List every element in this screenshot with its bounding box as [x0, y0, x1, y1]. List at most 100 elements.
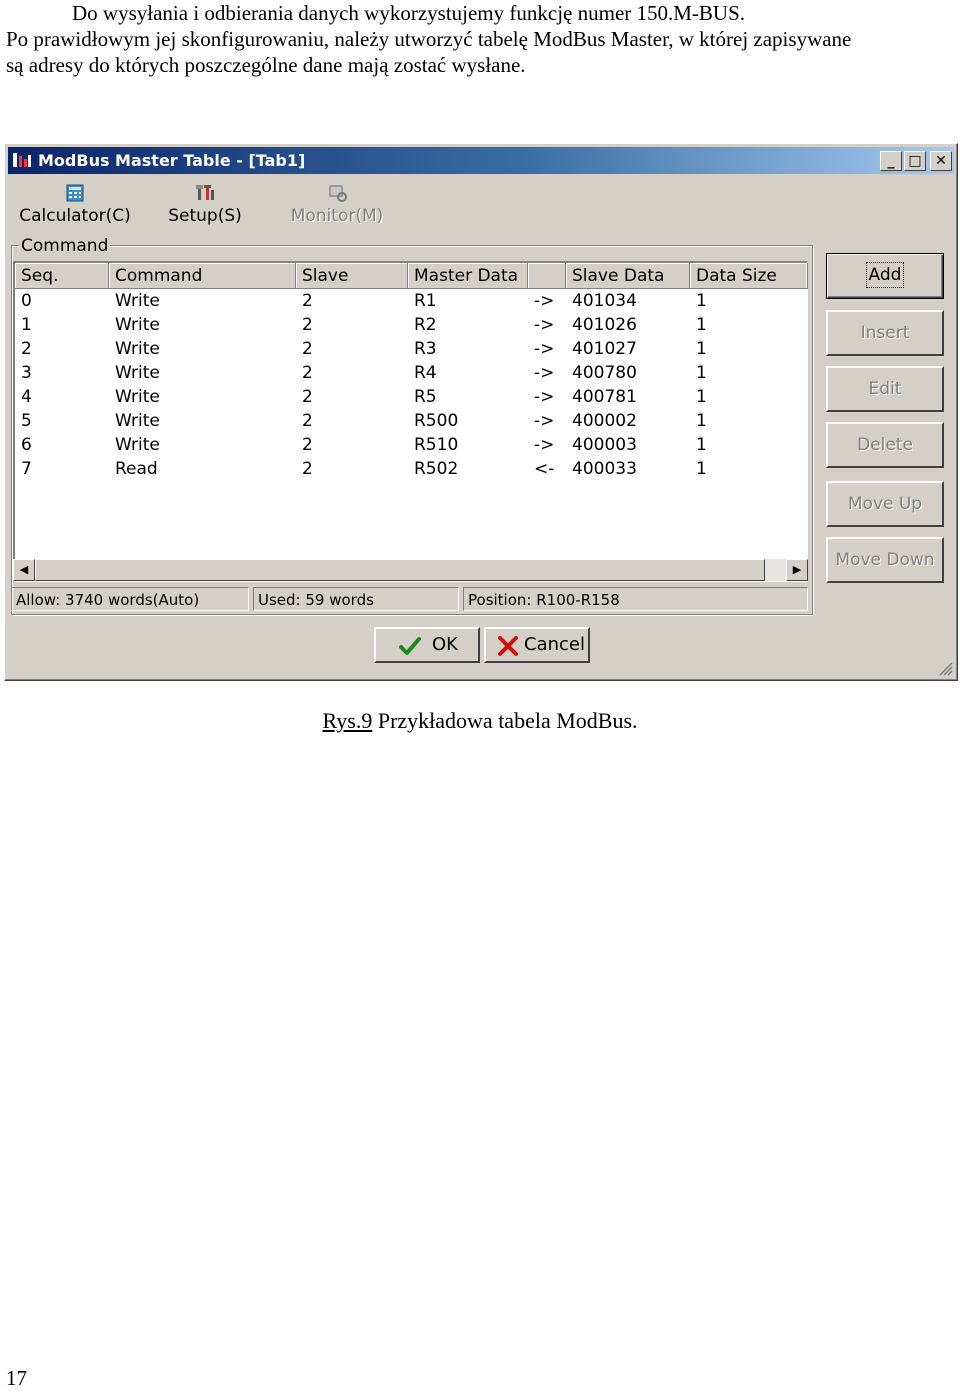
- paragraph-line-1: Do wysyłania i odbierania danych wykorzy…: [72, 1, 746, 25]
- table-cell: ->: [534, 339, 555, 359]
- horizontal-scrollbar[interactable]: ◀ ▶: [13, 559, 808, 581]
- table-cell: <-: [534, 459, 555, 479]
- paragraph-line-2: Po prawidłowym jej skonfigurowaniu, nale…: [6, 27, 852, 51]
- table-cell: R510: [414, 435, 459, 455]
- table-cell: 2: [302, 291, 313, 311]
- paragraph-line-3: są adresy do których poszczególne dane m…: [6, 53, 526, 77]
- table-cell: 400781: [572, 387, 637, 407]
- table-cell: 2: [302, 315, 313, 335]
- table-cell: Write: [115, 339, 160, 359]
- table-cell: R4: [414, 363, 437, 383]
- table-cell: ->: [534, 363, 555, 383]
- table-cell: 401027: [572, 339, 637, 359]
- command-group-label: Command: [19, 236, 111, 256]
- setup-label: Setup(S): [168, 206, 242, 226]
- table-cell: 400003: [572, 435, 637, 455]
- ok-label: OK: [432, 634, 458, 655]
- table-cell: 3: [21, 363, 32, 383]
- table-cell: 400780: [572, 363, 637, 383]
- table-cell: ->: [534, 435, 555, 455]
- column-header-data-size[interactable]: Data Size: [690, 263, 808, 289]
- table-cell: 1: [696, 315, 707, 335]
- table-cell: 2: [302, 363, 313, 383]
- column-header-seq[interactable]: Seq.: [15, 263, 109, 289]
- setup-button[interactable]: Setup(S): [165, 184, 245, 226]
- move-up-button[interactable]: Move Up: [826, 481, 944, 527]
- edit-button[interactable]: Edit: [826, 366, 944, 412]
- table-cell: ->: [534, 387, 555, 407]
- table-cell: R502: [414, 459, 459, 479]
- column-header-slave-data[interactable]: Slave Data: [566, 263, 690, 289]
- move-down-label: Move Down: [835, 550, 935, 570]
- move-up-label: Move Up: [847, 494, 923, 514]
- table-cell: 6: [21, 435, 32, 455]
- table-row[interactable]: 4 Write 2 R5 -> 400781 1: [15, 385, 806, 409]
- calculator-button[interactable]: Calculator(C): [19, 184, 131, 226]
- setup-tools-icon: [196, 185, 214, 200]
- checkmark-icon: [399, 637, 421, 655]
- table-row[interactable]: 2 Write 2 R3 -> 401027 1: [15, 337, 806, 361]
- table-row[interactable]: 5 Write 2 R500 -> 400002 1: [15, 409, 806, 433]
- column-header-master-data[interactable]: Master Data: [408, 263, 528, 289]
- page-number: 17: [6, 1366, 27, 1390]
- table-cell: 1: [21, 315, 32, 335]
- table-cell: 1: [696, 387, 707, 407]
- column-header-slave[interactable]: Slave: [296, 263, 408, 289]
- table-cell: 2: [302, 387, 313, 407]
- table-cell: 2: [302, 459, 313, 479]
- table-cell: R500: [414, 411, 459, 431]
- figure-caption: Rys.9 Przykładowa tabela ModBus.: [0, 708, 960, 734]
- insert-button[interactable]: Insert: [826, 310, 944, 356]
- insert-label: Insert: [860, 323, 910, 343]
- table-cell: 1: [696, 363, 707, 383]
- maximize-icon: □: [908, 153, 922, 169]
- table-cell: Write: [115, 315, 160, 335]
- table-row[interactable]: 3 Write 2 R4 -> 400780 1: [15, 361, 806, 385]
- close-button[interactable]: ✕: [930, 151, 952, 171]
- table-row[interactable]: 0 Write 2 R1 -> 401034 1: [15, 289, 806, 313]
- table-cell: ->: [534, 315, 555, 335]
- title-bar[interactable]: ModBus Master Table - [Tab1] _ □ ✕: [8, 147, 954, 174]
- table-cell: R1: [414, 291, 437, 311]
- command-table[interactable]: Seq. Command Slave Master Data Slave Dat…: [13, 261, 808, 582]
- table-header: Seq. Command Slave Master Data Slave Dat…: [15, 263, 808, 289]
- table-cell: 5: [21, 411, 32, 431]
- table-cell: 1: [696, 411, 707, 431]
- arrow-right-icon: ▶: [792, 563, 802, 576]
- calculator-label: Calculator(C): [19, 206, 131, 226]
- figure-ref: Rys.9: [322, 708, 373, 733]
- table-cell: Write: [115, 411, 160, 431]
- column-header-command[interactable]: Command: [109, 263, 296, 289]
- maximize-button[interactable]: □: [904, 151, 926, 171]
- calculator-icon: [66, 184, 84, 202]
- table-cell: 2: [21, 339, 32, 359]
- table-row[interactable]: 1 Write 2 R2 -> 401026 1: [15, 313, 806, 337]
- column-header-direction[interactable]: [528, 263, 566, 289]
- table-row[interactable]: 6 Write 2 R510 -> 400003 1: [15, 433, 806, 457]
- minimize-icon: _: [887, 153, 895, 169]
- scroll-left-button[interactable]: ◀: [13, 559, 35, 581]
- table-cell: 4: [21, 387, 32, 407]
- table-cell: R5: [414, 387, 437, 407]
- minimize-button[interactable]: _: [880, 151, 902, 171]
- table-cell: 1: [696, 459, 707, 479]
- status-position: Position: R100-R158: [463, 587, 808, 611]
- table-cell: 400002: [572, 411, 637, 431]
- move-down-button[interactable]: Move Down: [826, 537, 944, 583]
- delete-button[interactable]: Delete: [826, 422, 944, 468]
- monitor-button[interactable]: Monitor(M): [289, 184, 385, 226]
- table-row[interactable]: 7 Read 2 R502 <- 400033 1: [15, 457, 806, 481]
- table-cell: Write: [115, 435, 160, 455]
- status-allow: Allow: 3740 words(Auto): [11, 587, 249, 611]
- scroll-right-button[interactable]: ▶: [786, 559, 808, 581]
- scroll-thumb[interactable]: [35, 559, 765, 581]
- resize-grip-icon[interactable]: [937, 660, 953, 676]
- table-cell: 0: [21, 291, 32, 311]
- cross-icon: [498, 636, 518, 656]
- ok-button[interactable]: OK: [374, 627, 480, 663]
- edit-label: Edit: [868, 379, 902, 399]
- modbus-master-window: ModBus Master Table - [Tab1] _ □ ✕ Calcu…: [4, 143, 958, 681]
- add-button[interactable]: Add: [826, 253, 944, 299]
- arrow-left-icon: ◀: [19, 563, 29, 576]
- cancel-button[interactable]: Cancel: [484, 627, 590, 663]
